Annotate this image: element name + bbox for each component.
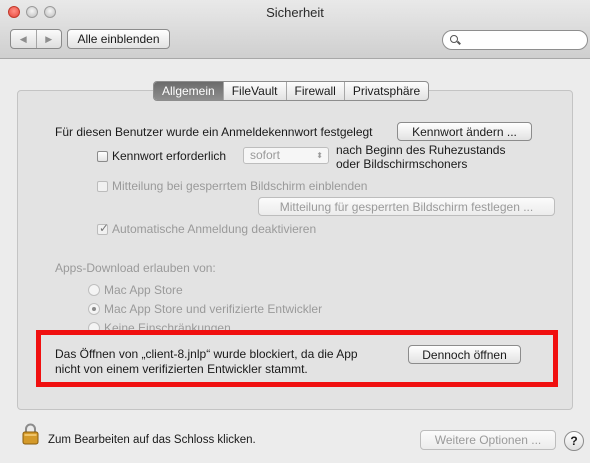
tab-allgemein[interactable]: Allgemein [154, 82, 223, 100]
updown-arrows-icon: ⬍ [316, 151, 323, 160]
search-field[interactable] [442, 30, 588, 50]
radio-selected-dot [92, 307, 96, 311]
lock-hint-text: Zum Bearbeiten auf das Schloss klicken. [48, 434, 256, 446]
radio-mac-app-store[interactable] [88, 284, 100, 296]
help-button[interactable]: ? [564, 431, 584, 451]
show-message-label: Mitteilung bei gesperrtem Bildschirm ein… [112, 179, 368, 193]
search-icon [450, 35, 458, 43]
more-options-button[interactable]: Weitere Optionen ... [420, 430, 556, 450]
highlight-frame [36, 330, 558, 387]
back-button[interactable]: ◀ [11, 30, 37, 48]
tab-firewall[interactable]: Firewall [285, 82, 344, 100]
password-set-text: Für diesen Benutzer wurde ein Anmeldeken… [55, 125, 373, 139]
require-password-checkbox[interactable] [97, 151, 108, 162]
lock-icon[interactable] [22, 423, 39, 445]
tab-privatsphaere[interactable]: Privatsphäre [343, 82, 428, 100]
show-message-checkbox[interactable] [97, 181, 108, 192]
tab-bar: Allgemein FileVault Firewall Privatsphär… [153, 81, 430, 101]
radio-anywhere-label: Keine Einschränkungen [104, 321, 231, 330]
checkmark-icon: ✓ [99, 221, 110, 235]
auto-login-checkbox[interactable]: ✓ [97, 221, 110, 235]
set-lock-message-button[interactable]: Mitteilung für gesperrten Bildschirm fes… [258, 197, 555, 216]
auto-login-label: Automatische Anmeldung deaktivieren [112, 222, 317, 236]
require-password-label: Kennwort erforderlich [112, 149, 227, 163]
after-sleep-line-1: nach Beginn des Ruhezustands [336, 143, 506, 157]
security-preferences-window: Sicherheit ◀ ▶ Alle einblenden Allgemein… [0, 0, 590, 463]
after-sleep-line-2: oder Bildschirmschoners [336, 157, 468, 171]
window-toolbar: Sicherheit ◀ ▶ Alle einblenden [0, 0, 590, 59]
help-icon: ? [570, 434, 578, 448]
delay-value: sofort [250, 148, 281, 162]
radio-verified-developers[interactable] [88, 303, 100, 315]
navigation-buttons: ◀ ▶ [10, 29, 62, 49]
radio-verified-developers-label: Mac App Store und verifizierte Entwickle… [104, 302, 323, 316]
radio-mac-app-store-label: Mac App Store [104, 283, 183, 297]
show-all-button[interactable]: Alle einblenden [67, 29, 170, 49]
change-password-button[interactable]: Kennwort ändern ... [397, 122, 532, 141]
download-heading: Apps-Download erlauben von: [55, 261, 216, 275]
require-password-delay-select[interactable]: sofort ⬍ [243, 147, 329, 164]
window-title: Sicherheit [266, 5, 324, 20]
forward-button[interactable]: ▶ [37, 30, 62, 48]
tab-filevault[interactable]: FileVault [222, 82, 286, 100]
